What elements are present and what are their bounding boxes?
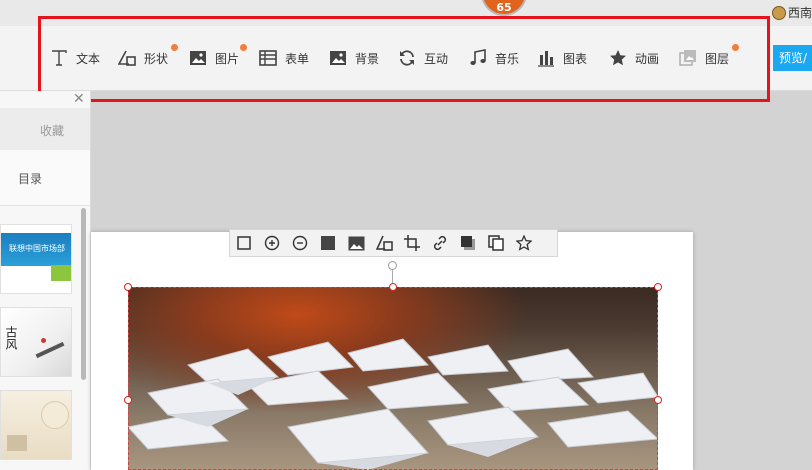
copy-icon[interactable] <box>482 230 510 256</box>
image-toolbar <box>229 229 558 257</box>
chart-icon <box>537 49 555 67</box>
fill-icon[interactable] <box>314 230 342 256</box>
top-strip <box>0 0 812 26</box>
sidebar-scrollbar[interactable] <box>81 208 86 380</box>
zoom-out-icon[interactable] <box>286 230 314 256</box>
avatar[interactable] <box>771 5 786 20</box>
tool-interaction[interactable]: 互动 <box>398 26 448 90</box>
tool-animation-label: 动画 <box>635 51 660 66</box>
template-thumbnail[interactable]: 联想中国市场部 <box>0 224 72 294</box>
template-thumbnail[interactable]: 古风 <box>0 307 72 377</box>
zoom-in-icon[interactable] <box>258 230 286 256</box>
tab-favorites-label: 收藏 <box>39 124 64 138</box>
resize-handle-nw[interactable] <box>124 283 132 291</box>
tool-image-label: 图片 <box>215 51 240 66</box>
thumb-decor <box>7 435 27 451</box>
thumb-decor <box>35 341 65 359</box>
tool-chart[interactable]: 图表 <box>537 26 587 90</box>
user-info[interactable]: 西南 <box>771 4 812 21</box>
resize-handle-e[interactable] <box>654 396 662 404</box>
tool-shape-label: 形状 <box>144 51 169 66</box>
thumb-decor <box>41 401 69 429</box>
tool-music[interactable]: 音乐 <box>469 26 519 90</box>
tool-text[interactable]: 文本 <box>50 26 100 90</box>
tool-image[interactable]: 图片 <box>189 26 247 90</box>
tool-background[interactable]: 背景 <box>329 26 379 90</box>
star-icon <box>609 49 627 67</box>
selected-image[interactable] <box>128 287 658 470</box>
tool-text-label: 文本 <box>76 51 101 66</box>
crop-icon[interactable] <box>398 230 426 256</box>
preview-button[interactable]: 预览/ <box>773 45 812 71</box>
link-icon[interactable] <box>426 230 454 256</box>
tool-form[interactable]: 表单 <box>259 26 309 90</box>
tool-animation[interactable]: 动画 <box>609 26 659 90</box>
tool-chart-label: 图表 <box>563 51 588 66</box>
shape-mask-icon[interactable] <box>370 230 398 256</box>
image-icon <box>189 49 207 67</box>
thumb-title: 古风 <box>4 326 18 350</box>
tool-form-label: 表单 <box>285 51 310 66</box>
form-icon <box>259 49 277 67</box>
tab-toc-label: 目录 <box>18 172 43 186</box>
tool-background-label: 背景 <box>355 51 380 66</box>
tab-toc[interactable]: 目录 <box>0 150 90 206</box>
background-icon <box>329 49 347 67</box>
tool-shape[interactable]: 形状 <box>117 26 178 90</box>
new-dot <box>171 44 178 51</box>
close-icon[interactable]: ✕ <box>73 91 85 107</box>
template-thumbnail[interactable] <box>0 390 72 460</box>
music-icon <box>469 49 487 67</box>
thumb-decor <box>51 265 71 281</box>
paper-boats-illustration <box>128 338 658 470</box>
shadow-icon[interactable] <box>454 230 482 256</box>
new-dot <box>240 44 247 51</box>
text-icon <box>50 49 68 67</box>
layers-icon <box>679 49 697 67</box>
rotate-handle[interactable] <box>388 261 397 270</box>
tool-interaction-label: 互动 <box>424 51 449 66</box>
user-label: 西南 <box>787 6 812 20</box>
interaction-icon <box>398 49 416 67</box>
shape-icon <box>117 49 136 67</box>
favorite-icon[interactable] <box>510 230 538 256</box>
resize-handle-w[interactable] <box>124 396 132 404</box>
border-icon[interactable] <box>230 230 258 256</box>
editor-toolbar: 文本 形状 图片 表单 背景 互动 音乐 图表 动画 图层 <box>0 26 812 91</box>
thumb-title: 联想中国市场部 <box>9 244 65 253</box>
resize-handle-ne[interactable] <box>654 283 662 291</box>
new-dot <box>732 44 739 51</box>
tool-music-label: 音乐 <box>495 51 520 66</box>
resize-handle-n[interactable] <box>389 283 397 291</box>
replace-image-icon[interactable] <box>342 230 370 256</box>
tool-layers[interactable]: 图层 <box>679 26 739 90</box>
thumb-decor <box>41 338 46 343</box>
tool-layers-label: 图层 <box>705 51 730 66</box>
tab-favorites[interactable]: 收藏 <box>0 108 90 150</box>
